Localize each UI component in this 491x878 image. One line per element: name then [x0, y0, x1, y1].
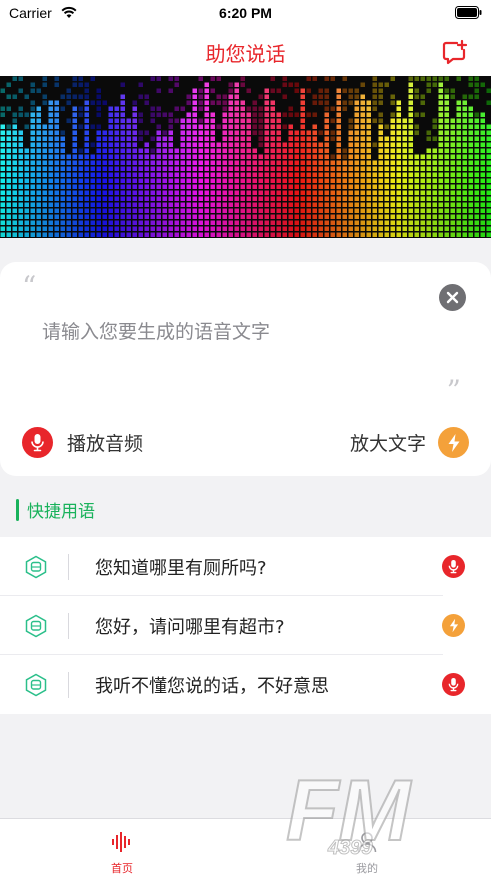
phrase-text: 您知道哪里有厕所吗?: [95, 554, 267, 580]
quick-phrases-header: 快捷用语: [16, 497, 95, 522]
battery-icon: [455, 6, 482, 19]
play-audio-button[interactable]: 播放音频: [22, 427, 143, 458]
audio-spectrum-banner: [0, 76, 491, 238]
row-divider: [68, 613, 69, 639]
bus-hexagon-icon: [24, 614, 48, 638]
tab-mine-label: 我的: [307, 860, 427, 876]
bus-hexagon-icon: [24, 555, 48, 579]
row-divider: [68, 554, 69, 580]
person-icon: [357, 831, 377, 853]
enlarge-text-label: 放大文字: [350, 429, 426, 456]
waveform-icon: [111, 831, 133, 853]
mic-icon[interactable]: [442, 555, 465, 578]
bolt-icon[interactable]: [442, 614, 465, 637]
play-audio-label: 播放音频: [67, 429, 143, 456]
quick-phrases-list: 您知道哪里有厕所吗? 您好，请问哪里有超市?: [0, 537, 491, 714]
speech-text-input[interactable]: [40, 316, 404, 348]
close-icon: [439, 284, 466, 311]
quick-phrases-title: 快捷用语: [27, 497, 95, 522]
status-time: 6:20 PM: [0, 5, 491, 21]
enlarge-text-button[interactable]: 放大文字: [350, 427, 469, 458]
mic-icon: [22, 427, 53, 458]
open-quote-mark: “: [22, 270, 36, 303]
phrase-row[interactable]: 您知道哪里有厕所吗?: [0, 537, 491, 596]
tab-bar: 首页 我的: [0, 818, 491, 878]
status-bar: Carrier 6:20 PM: [0, 0, 491, 28]
tab-home[interactable]: 首页: [62, 819, 182, 878]
chat-add-icon[interactable]: [441, 38, 469, 66]
mic-icon[interactable]: [442, 673, 465, 696]
bus-hexagon-icon: [24, 673, 48, 697]
nav-bar: 助您说话: [0, 28, 491, 76]
tab-home-label: 首页: [62, 860, 182, 876]
phrase-text: 您好，请问哪里有超市?: [95, 613, 285, 639]
bolt-icon: [438, 427, 469, 458]
phrase-row[interactable]: 我听不懂您说的话，不好意思: [0, 655, 491, 714]
section-accent-bar: [16, 499, 19, 521]
input-card: “ ” 播放音频 放大文字: [0, 262, 491, 476]
clear-button[interactable]: [439, 284, 466, 311]
close-quote-mark: ”: [447, 374, 461, 407]
page-title: 助您说话: [0, 38, 491, 67]
phrase-text: 我听不懂您说的话，不好意思: [95, 672, 329, 698]
tab-mine[interactable]: 我的: [307, 819, 427, 878]
phrase-row[interactable]: 您好，请问哪里有超市?: [0, 596, 491, 655]
row-divider: [68, 672, 69, 698]
